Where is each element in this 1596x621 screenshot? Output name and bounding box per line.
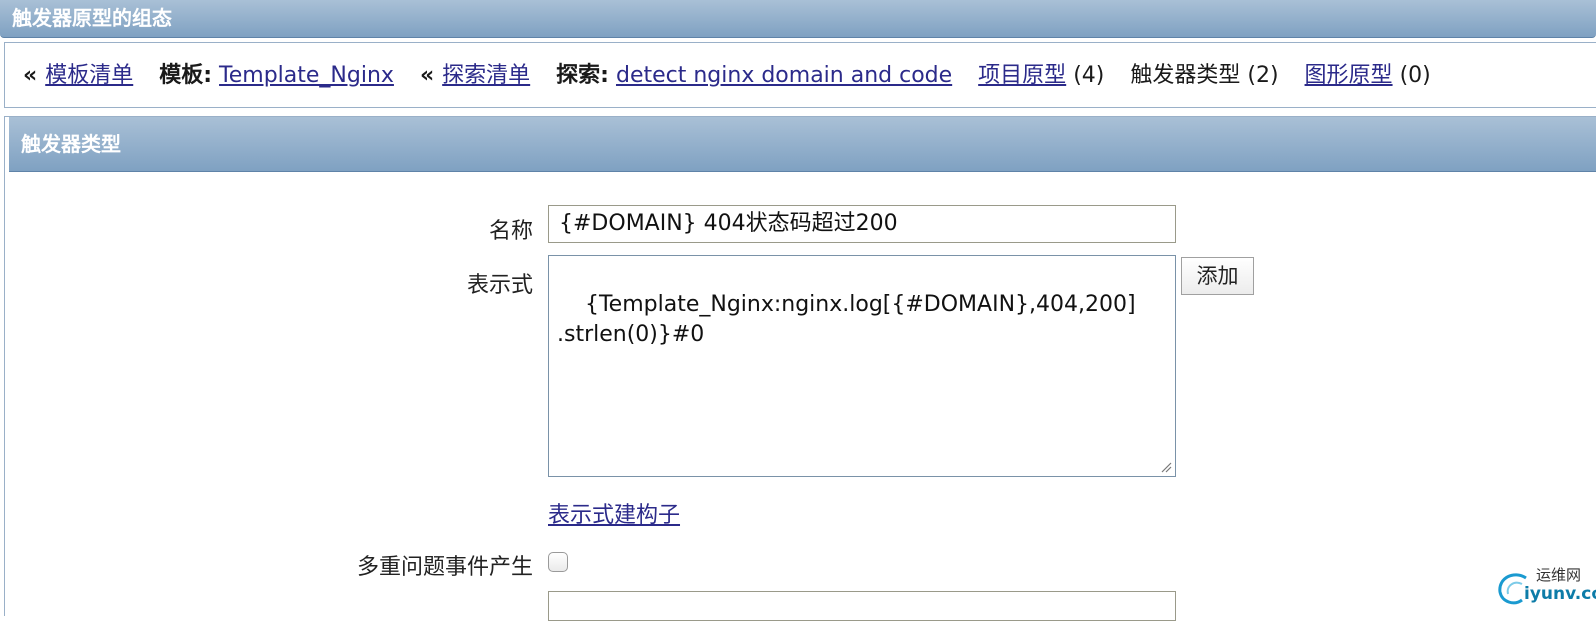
template-label: 模板: bbox=[159, 63, 213, 88]
name-label: 名称 bbox=[488, 219, 533, 244]
link-item-prototypes[interactable]: 项目原型 bbox=[978, 63, 1066, 88]
add-button[interactable]: 添加 bbox=[1181, 257, 1254, 295]
breadcrumb-sep-2: « bbox=[419, 63, 435, 88]
link-discovery-name[interactable]: detect nginx domain and code bbox=[616, 63, 952, 88]
item-proto-count: (4) bbox=[1073, 63, 1105, 88]
link-discovery-list[interactable]: 探索清单 bbox=[442, 63, 530, 88]
watermark-text-cn: 运维网 bbox=[1536, 566, 1582, 584]
multiple-events-label: 多重问题事件产生 bbox=[356, 555, 533, 580]
expression-label: 表示式 bbox=[466, 273, 533, 298]
expression-textarea[interactable]: {Template_Nginx:nginx.log[{#DOMAIN},404,… bbox=[548, 255, 1176, 477]
trigger-form: 触发器类型 名称 {#DOMAIN} 404状态码超过200 表示式 {Temp… bbox=[4, 116, 1596, 621]
graph-proto-count: (0) bbox=[1399, 63, 1431, 88]
form-header: 触发器类型 bbox=[9, 117, 1596, 172]
link-template-name[interactable]: Template_Nginx bbox=[219, 63, 394, 88]
breadcrumb-sep-1: « bbox=[23, 63, 38, 88]
trigger-types-count: (2) bbox=[1247, 63, 1279, 88]
resize-grip-icon[interactable] bbox=[1160, 461, 1172, 473]
expression-text: {Template_Nginx:nginx.log[{#DOMAIN},404,… bbox=[557, 292, 1136, 347]
watermark-text-en: iyunv.com bbox=[1524, 584, 1596, 604]
discovery-label: 探索: bbox=[556, 63, 609, 88]
link-graph-prototypes[interactable]: 图形原型 bbox=[1305, 63, 1393, 88]
watermark-logo: 运维网 iyunv.com bbox=[1496, 564, 1596, 608]
multiple-events-checkbox[interactable] bbox=[548, 552, 568, 572]
name-input[interactable]: {#DOMAIN} 404状态码超过200 bbox=[548, 205, 1176, 243]
trigger-types-current: 触发器类型 bbox=[1130, 63, 1241, 88]
next-field-input[interactable] bbox=[548, 591, 1176, 621]
page-header: 触发器原型的组态 bbox=[0, 0, 1596, 38]
link-template-list[interactable]: 模板清单 bbox=[45, 63, 133, 88]
page-title: 触发器原型的组态 bbox=[12, 6, 172, 30]
expression-builder-link[interactable]: 表示式建构子 bbox=[548, 497, 680, 529]
form-title: 触发器类型 bbox=[21, 132, 121, 156]
breadcrumb: « 模板清单 模板: Template_Nginx « 探索清单 探索: detect n… bbox=[23, 43, 1431, 109]
breadcrumb-bar: « 模板清单 模板: Template_Nginx « 探索清单 探索: detect n… bbox=[4, 42, 1596, 108]
